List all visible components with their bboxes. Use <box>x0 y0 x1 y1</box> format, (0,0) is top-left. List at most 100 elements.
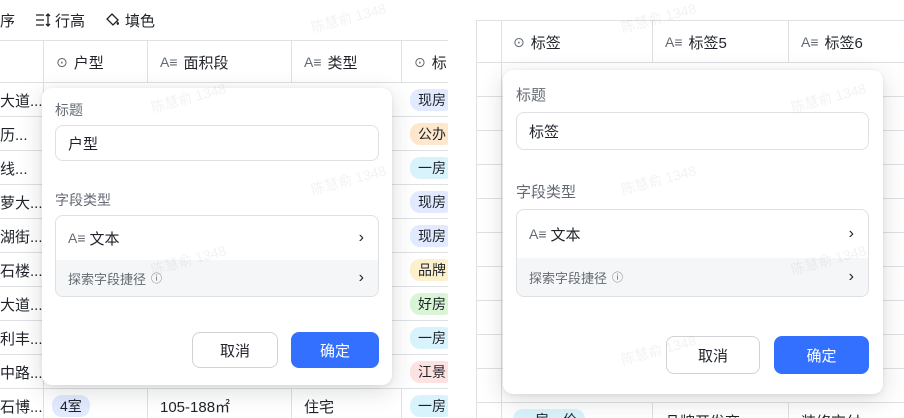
row-name: 石楼... <box>0 253 44 287</box>
row-name: 大道... <box>0 83 44 117</box>
header-label: 标 <box>431 54 447 72</box>
text-field-icon: A≡ <box>304 54 322 70</box>
header-label: 标签5 <box>688 34 727 52</box>
info-icon: ⓘ <box>151 273 163 285</box>
header-cell-tag6[interactable]: A≡ 标签6 <box>789 21 904 63</box>
tag-chip: 好房 <box>410 293 448 315</box>
field-type-selector: A≡ 文本 › 探索字段捷径 ⓘ › <box>55 215 379 297</box>
info-icon: ⓘ <box>612 272 624 284</box>
single-select-icon: ⊙ <box>513 33 525 50</box>
tag-chip: 现房 <box>410 89 448 111</box>
tag-chip: 一房一价 <box>513 409 585 418</box>
title-input[interactable]: 户型 <box>55 125 379 161</box>
tag-chip: 一房 <box>410 395 448 417</box>
sort-label: 序 <box>0 12 16 30</box>
field-type-selector: A≡ 文本 › 探索字段捷径 ⓘ › <box>516 209 869 297</box>
explore-label: 探索字段捷径 <box>68 271 147 287</box>
row-name: 中路... <box>0 355 44 389</box>
tag-cell[interactable]: 好房 <box>402 287 448 321</box>
single-select-icon: ⊙ <box>414 53 426 70</box>
row-name: 湖街... <box>0 219 44 253</box>
tag-cell[interactable]: 一房 <box>402 321 448 355</box>
tag-chip: 一房 <box>410 327 448 349</box>
explore-shortcut-row[interactable]: 探索字段捷径 ⓘ › <box>56 260 378 296</box>
tag-cell[interactable]: 现房 <box>402 83 448 117</box>
huxing-cell[interactable]: 4室 <box>44 389 148 418</box>
tag-chip: 现房 <box>410 191 448 213</box>
header-cell-huxing[interactable]: ⊙ 户型 <box>44 41 148 83</box>
row-name: 历... <box>0 117 44 151</box>
tag-cell[interactable]: 品牌 <box>402 253 448 287</box>
tag-cell[interactable]: 现房 <box>402 219 448 253</box>
header-cell-tag[interactable]: ⊙ 标签 <box>501 21 653 63</box>
tag-cell[interactable]: 一房 <box>402 389 448 418</box>
tag-chip: 公办 <box>410 123 448 145</box>
grid-header-row: ⊙ 标签 A≡ 标签5 A≡ 标签6 <box>477 21 904 63</box>
cancel-button[interactable]: 取消 <box>192 332 278 368</box>
header-cell-type[interactable]: A≡ 类型 <box>292 41 402 83</box>
confirm-button[interactable]: 确定 <box>291 332 379 368</box>
tag-chip: 品牌 <box>410 259 448 281</box>
text-field-icon: A≡ <box>68 230 86 246</box>
tag-cell[interactable]: 现房 <box>402 185 448 219</box>
header-cell-area[interactable]: A≡ 面积段 <box>148 41 292 83</box>
row-name: 线... <box>0 151 44 185</box>
fill-color-label: 填色 <box>125 12 156 30</box>
text-field-icon: A≡ <box>529 226 547 242</box>
tag-cell[interactable]: 一房 <box>402 151 448 185</box>
field-type-label: 字段类型 <box>55 192 111 208</box>
row-height-icon <box>36 13 51 27</box>
chevron-right-icon: › <box>358 229 364 246</box>
tag-cell[interactable]: 一房一价 <box>501 403 653 418</box>
header-cell-name[interactable] <box>0 41 44 83</box>
row-height-label: 行高 <box>55 12 86 30</box>
row-name: 大道... <box>0 287 44 321</box>
title-label: 标题 <box>516 87 547 104</box>
tag-cell[interactable]: 江景 <box>402 355 448 389</box>
row-height-button[interactable]: 行高 <box>35 10 85 31</box>
explore-shortcut-row[interactable]: 探索字段捷径 ⓘ › <box>517 258 868 296</box>
confirm-button[interactable]: 确定 <box>774 336 869 374</box>
fill-color-button[interactable]: 填色 <box>105 10 155 31</box>
title-input[interactable]: 标签 <box>516 112 869 150</box>
header-label: 类型 <box>327 54 358 72</box>
paint-bucket-icon <box>106 13 120 26</box>
text-field-icon: A≡ <box>801 34 819 50</box>
single-select-icon: ⊙ <box>56 53 68 70</box>
right-panel: ⊙ 标签 A≡ 标签5 A≡ 标签6 一房一价 品牌开发商 装修交付 <box>476 0 904 418</box>
area-cell[interactable]: 105-188㎡ <box>148 389 292 418</box>
chevron-right-icon: › <box>848 268 854 285</box>
header-label: 标签6 <box>824 34 863 52</box>
chevron-right-icon: › <box>358 269 364 286</box>
header-cell-tag5[interactable]: A≡ 标签5 <box>653 21 789 63</box>
tag-chip: 一房 <box>410 157 448 179</box>
left-panel: 序 行高 填色 ⊙ 户型 A≡ 面积段 A≡ 类型 ⊙ 标 大道... 现房 历… <box>0 0 448 418</box>
text-field-icon: A≡ <box>665 34 683 50</box>
header-label: 面积段 <box>183 54 229 72</box>
tag6-cell[interactable]: 装修交付 <box>789 403 904 418</box>
table-row[interactable]: 石博... 4室 105-188㎡ 住宅 一房 <box>0 389 448 418</box>
table-row[interactable]: 一房一价 品牌开发商 装修交付 <box>477 403 904 418</box>
field-type-value: 文本 <box>89 230 120 248</box>
chevron-right-icon: › <box>848 225 854 242</box>
tag-chip: 4室 <box>52 395 90 417</box>
tag-chip: 现房 <box>410 225 448 247</box>
row-name: 石博... <box>0 389 44 418</box>
header-cell-tag[interactable]: ⊙ 标 <box>402 41 448 83</box>
field-type-value: 文本 <box>550 226 581 244</box>
type-cell[interactable]: 住宅 <box>292 389 402 418</box>
header-label: 标签 <box>530 34 561 52</box>
field-edit-dialog: 标题 户型 字段类型 A≡ 文本 › 探索字段捷径 ⓘ › 取消 确定 <box>42 88 392 385</box>
tag-chip: 江景 <box>410 361 448 383</box>
title-label: 标题 <box>55 102 83 118</box>
field-edit-dialog: 标题 标签 字段类型 A≡ 文本 › 探索字段捷径 ⓘ › 取消 确定 <box>503 70 883 394</box>
cancel-button[interactable]: 取消 <box>666 336 760 374</box>
tag-cell[interactable]: 公办 <box>402 117 448 151</box>
explore-label: 探索字段捷径 <box>529 270 608 286</box>
row-name: 利丰... <box>0 321 44 355</box>
header-label: 户型 <box>73 54 104 72</box>
sort-button[interactable]: 序 <box>0 10 15 31</box>
field-type-select[interactable]: A≡ 文本 › <box>517 210 868 258</box>
tag5-cell[interactable]: 品牌开发商 <box>653 403 789 418</box>
field-type-select[interactable]: A≡ 文本 › <box>56 216 378 260</box>
